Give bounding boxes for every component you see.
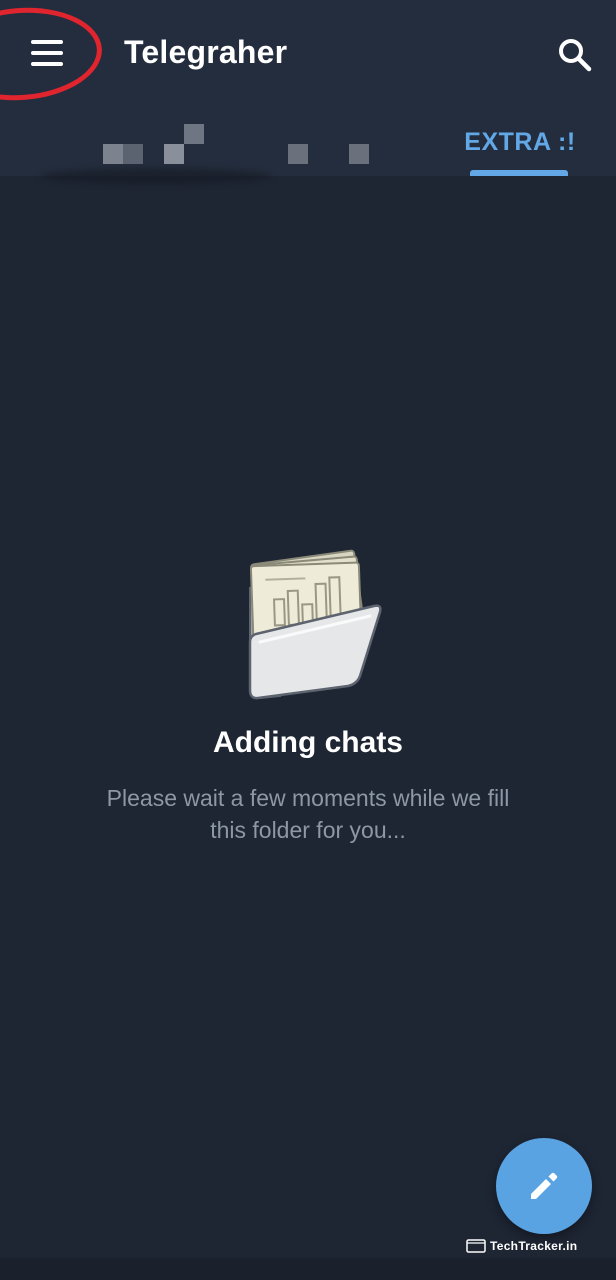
new-message-button[interactable] bbox=[496, 1138, 592, 1234]
empty-state-title: Adding chats bbox=[212, 726, 403, 759]
tab-blurred-folder[interactable] bbox=[36, 108, 408, 184]
watermark: TechTracker.in bbox=[466, 1236, 577, 1256]
system-navigation-strip bbox=[0, 1258, 616, 1280]
menu-button[interactable] bbox=[22, 28, 72, 78]
selected-tab-indicator bbox=[470, 170, 568, 176]
tab-extra-label: EXTRA :! bbox=[464, 127, 576, 156]
app-bar: Telegraher EXTRA :! bbox=[0, 0, 616, 184]
watermark-text: TechTracker.in bbox=[490, 1239, 578, 1253]
folder-with-chats-icon bbox=[248, 549, 382, 700]
pencil-icon bbox=[531, 1172, 558, 1199]
search-button[interactable] bbox=[550, 30, 600, 80]
browser-window-icon bbox=[466, 1239, 486, 1253]
telegram-screen: Telegraher EXTRA :! Adding chats Please … bbox=[0, 0, 616, 1280]
app-title: Telegraher bbox=[124, 34, 288, 70]
empty-state-subtitle: Please wait a few moments while we fill … bbox=[106, 785, 510, 843]
tab-extra[interactable]: EXTRA :! bbox=[464, 108, 576, 176]
search-icon bbox=[559, 39, 592, 72]
hamburger-menu-icon bbox=[31, 40, 63, 66]
folder-tabs: EXTRA :! bbox=[0, 108, 616, 184]
